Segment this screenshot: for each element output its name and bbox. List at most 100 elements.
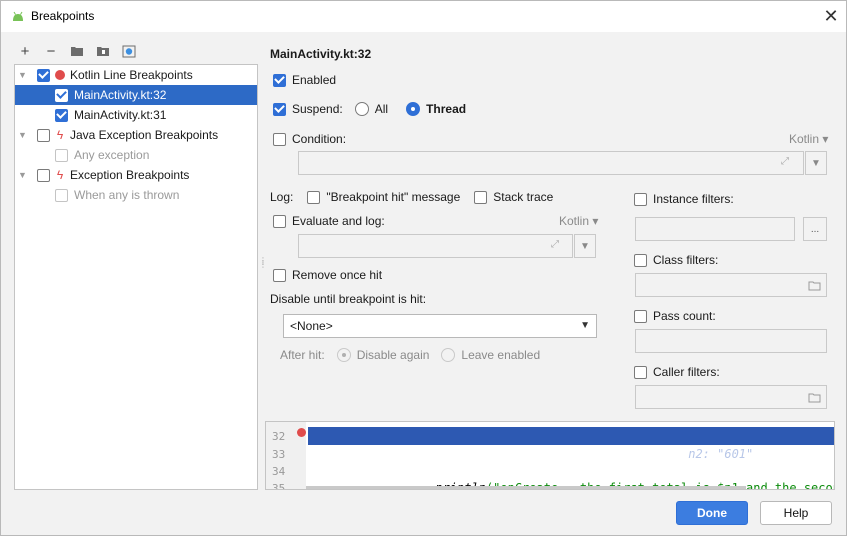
evaluate-row[interactable]: Evaluate and log:	[273, 214, 385, 228]
suspend-all-radio[interactable]	[354, 102, 369, 116]
tree-item-mainactivity-32[interactable]: MainActivity.kt:32	[15, 85, 257, 105]
tree-item-label: MainActivity.kt:32	[74, 88, 167, 102]
caller-filters-field[interactable]	[635, 385, 827, 409]
expand-arrow-icon[interactable]: ▼	[18, 70, 28, 80]
caller-filters-checkbox[interactable]	[634, 365, 647, 379]
caller-filters-label: Caller filters:	[653, 365, 720, 379]
instance-filters-checkbox[interactable]	[634, 192, 647, 206]
splitter-handle[interactable]: ⋮ ⋮	[259, 257, 267, 271]
help-button[interactable]: Help	[760, 501, 832, 525]
disable-until-label: Disable until breakpoint is hit:	[270, 292, 427, 306]
stack-trace-checkbox[interactable]	[474, 190, 488, 204]
condition-language-selector[interactable]: Kotlin ▾	[789, 132, 828, 146]
class-filters-field[interactable]	[635, 273, 827, 297]
line-number: 33	[272, 448, 286, 461]
tree-group-label: Exception Breakpoints	[70, 168, 190, 182]
tree-group-java-exception[interactable]: ▼ ϟ Java Exception Breakpoints	[15, 125, 257, 145]
after-hit-row: After hit: Disable again Leave enabled	[280, 348, 540, 362]
inline-value-hint: n2: "601"	[688, 447, 754, 461]
breakpoint-dot-icon	[55, 70, 65, 80]
class-filters-row[interactable]: Class filters:	[634, 253, 718, 267]
condition-field[interactable]	[298, 151, 804, 175]
condition-row[interactable]: Condition:	[273, 132, 346, 146]
suspend-row: Suspend: All Thread	[273, 102, 466, 116]
suspend-thread-radio[interactable]	[406, 102, 421, 116]
breakpoints-tree[interactable]: ▼ Kotlin Line Breakpoints MainActivity.k…	[14, 64, 258, 490]
add-breakpoint-button[interactable]: +	[15, 41, 35, 61]
pass-count-field[interactable]	[635, 329, 827, 353]
checkbox[interactable]	[55, 148, 68, 162]
folder-icon[interactable]	[808, 280, 821, 291]
expand-icon[interactable]: ⤢	[781, 156, 789, 167]
breakpoint-heading: MainActivity.kt:32	[270, 47, 372, 61]
instance-filters-label: Instance filters:	[653, 192, 734, 206]
log-message-label: "Breakpoint hit" message	[326, 190, 461, 204]
log-label: Log:	[270, 190, 294, 204]
expand-arrow-icon[interactable]: ▼	[18, 130, 28, 140]
folder-icon[interactable]	[808, 392, 821, 403]
checkbox[interactable]	[55, 188, 68, 202]
log-message-checkbox[interactable]	[307, 190, 321, 204]
tree-item-label: Any exception	[74, 148, 150, 162]
evaluate-field[interactable]	[298, 234, 573, 258]
expand-arrow-icon[interactable]: ▼	[18, 170, 28, 180]
remove-once-hit-row[interactable]: Remove once hit	[273, 268, 382, 282]
close-button[interactable]: ✕	[819, 4, 843, 28]
instance-filters-browse-button[interactable]: ...	[803, 217, 827, 241]
caller-filters-row[interactable]: Caller filters:	[634, 365, 720, 379]
instance-filters-row[interactable]: Instance filters:	[634, 192, 734, 206]
code-text: textView2.setText("Total 2 $n2")	[435, 447, 667, 461]
evaluate-checkbox[interactable]	[273, 214, 286, 228]
done-button[interactable]: Done	[676, 501, 748, 525]
group-by-file-button[interactable]	[67, 41, 87, 61]
suspend-checkbox[interactable]	[273, 102, 286, 116]
evaluate-language-selector[interactable]: Kotlin ▾	[559, 214, 598, 228]
pass-count-row[interactable]: Pass count:	[634, 309, 716, 323]
remove-once-hit-checkbox[interactable]	[273, 268, 286, 282]
tree-item-any-exception[interactable]: Any exception	[15, 145, 257, 165]
breakpoint-marker-icon	[297, 428, 306, 437]
lightning-icon: ϟ	[56, 168, 64, 182]
tree-item-mainactivity-31[interactable]: MainActivity.kt:31	[15, 105, 257, 125]
lightning-icon: ϟ	[56, 128, 64, 142]
tree-group-kotlin-line[interactable]: ▼ Kotlin Line Breakpoints	[15, 65, 257, 85]
code-line-34: println("onCreate - the first total is $…	[308, 461, 834, 489]
expand-icon[interactable]: ⤢	[551, 239, 559, 250]
leave-enabled-label: Leave enabled	[461, 348, 541, 362]
tree-item-when-any-thrown[interactable]: When any is thrown	[15, 185, 257, 205]
disable-until-select[interactable]: <None> ▼	[283, 314, 597, 338]
window-title: Breakpoints	[31, 9, 95, 23]
condition-checkbox[interactable]	[273, 132, 286, 146]
remove-once-hit-label: Remove once hit	[292, 268, 383, 282]
checkbox[interactable]	[55, 88, 68, 102]
checkbox[interactable]	[55, 108, 68, 122]
instance-filters-field[interactable]	[635, 217, 795, 241]
condition-history-dropdown[interactable]: ▼	[805, 151, 827, 175]
checkbox[interactable]	[37, 68, 50, 82]
pass-count-label: Pass count:	[653, 309, 716, 323]
tree-group-exception[interactable]: ▼ ϟ Exception Breakpoints	[15, 165, 257, 185]
horizontal-scrollbar[interactable]	[306, 486, 746, 489]
code-line-32: textView2.setText("Total 2 $n2") n2: "60…	[308, 427, 834, 461]
group-by-class-button[interactable]	[119, 41, 139, 61]
code-preview: 32 33 34 35 textView2.setText("Total 2 $…	[265, 421, 835, 490]
pass-count-checkbox[interactable]	[634, 309, 647, 323]
breakpoints-dialog: Breakpoints ✕ + − ▼ Kotlin Line Breakpoi…	[0, 0, 847, 536]
disable-again-radio[interactable]	[336, 348, 351, 362]
checkbox[interactable]	[37, 168, 50, 182]
class-filters-label: Class filters:	[653, 253, 719, 267]
remove-breakpoint-button[interactable]: −	[41, 41, 61, 61]
line-number: 32	[272, 430, 286, 443]
class-filters-checkbox[interactable]	[634, 253, 647, 267]
group-by-package-button[interactable]	[93, 41, 113, 61]
line-number: 35	[272, 482, 286, 490]
line-number: 34	[272, 465, 286, 478]
leave-enabled-radio[interactable]	[441, 348, 456, 362]
enabled-row[interactable]: Enabled	[273, 73, 336, 87]
disable-again-label: Disable again	[356, 348, 430, 362]
evaluate-history-dropdown[interactable]: ▼	[574, 234, 596, 258]
tree-group-label: Java Exception Breakpoints	[70, 128, 219, 142]
enabled-checkbox[interactable]	[273, 73, 286, 87]
breakpoints-toolbar: + −	[15, 41, 139, 61]
checkbox[interactable]	[37, 128, 50, 142]
